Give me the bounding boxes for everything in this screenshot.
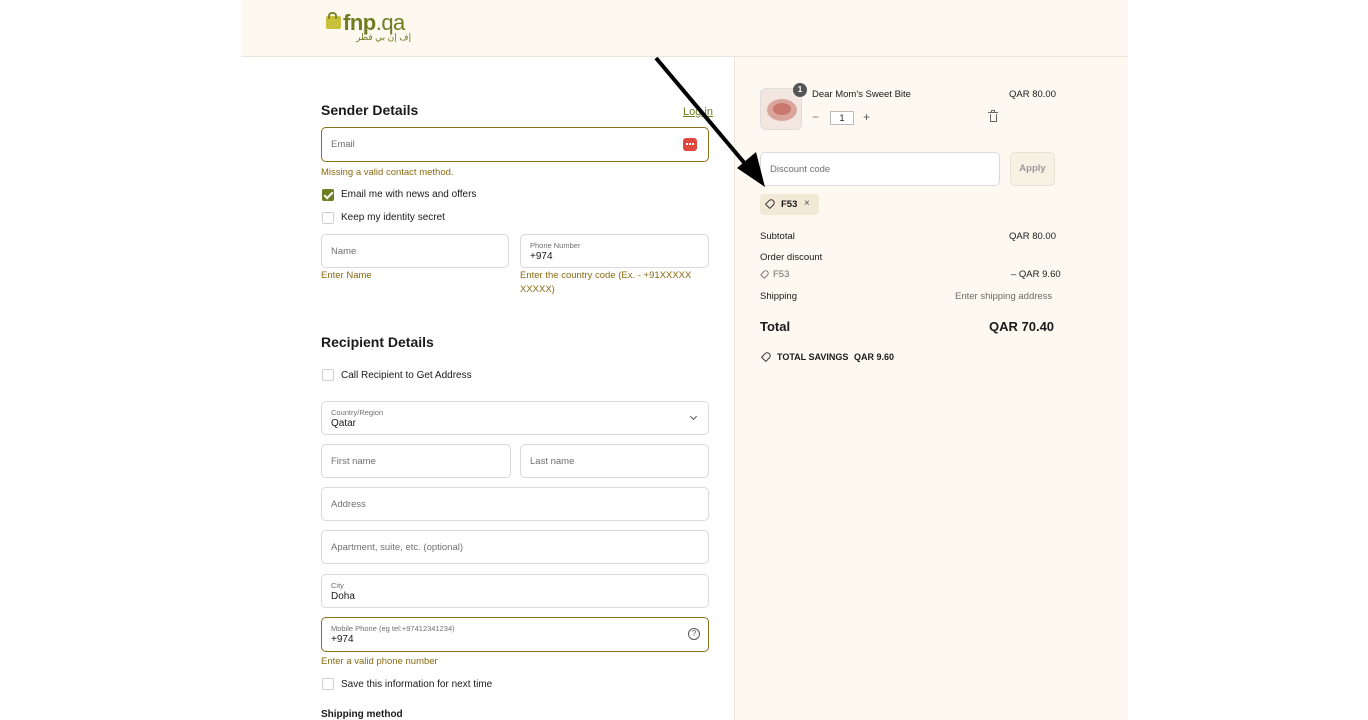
annotation-arrow <box>654 56 765 187</box>
checkout-page: fnp.qa إف إن بي قطر Sender Details Log i… <box>0 0 1368 720</box>
